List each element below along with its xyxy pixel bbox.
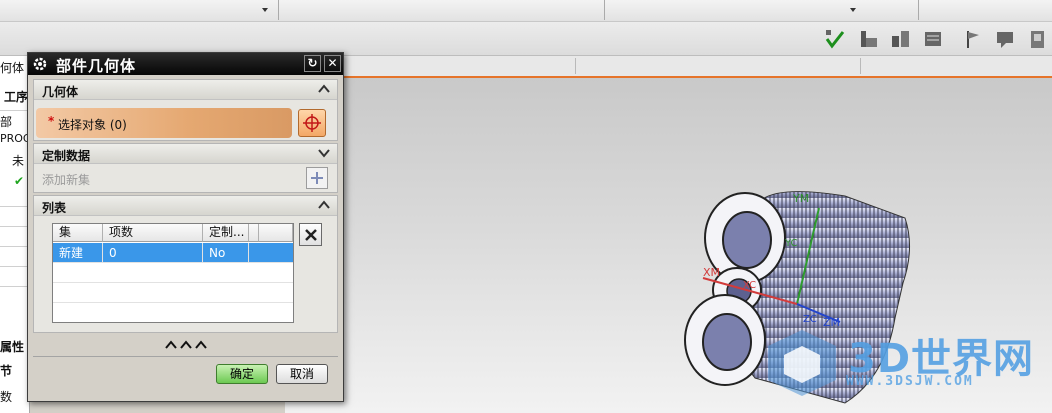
verify-tool-icon[interactable]: [822, 26, 848, 52]
chevron-down-icon[interactable]: [317, 146, 331, 160]
navigator-details-header: 属性: [0, 340, 25, 354]
select-object-button[interactable]: [298, 109, 326, 137]
menu-separator: [604, 0, 605, 20]
chevron-up-icon[interactable]: [317, 82, 331, 96]
table-row-empty: [53, 283, 293, 303]
graphics-window-header: [285, 56, 1052, 78]
program-tool-icon[interactable]: [888, 26, 914, 52]
list-tool-icon[interactable]: [920, 26, 946, 52]
cancel-button[interactable]: 取消: [276, 364, 328, 384]
delete-set-button[interactable]: [299, 223, 322, 246]
table-row-empty: [53, 303, 293, 323]
navigator-section: 数: [0, 390, 13, 404]
header-separator: [575, 58, 576, 74]
select-object-row[interactable]: * 选择对象 (0): [36, 108, 292, 138]
menu-separator: [278, 0, 279, 20]
navigator-section: 节: [0, 364, 13, 378]
select-object-label: 选择对象 (0): [58, 118, 127, 132]
table-row-empty: [53, 263, 293, 283]
set-list-table: 集 项数 定制... 新建 0 No: [52, 223, 294, 323]
navigator-column-header: 工序: [4, 90, 29, 104]
geometry-group-header[interactable]: 几何体: [34, 80, 337, 100]
navigator-header: 何体: [0, 61, 25, 75]
document-tool-icon[interactable]: [1024, 26, 1050, 52]
chevron-up-icon[interactable]: [317, 198, 331, 212]
navigator-row-divider: [0, 110, 30, 111]
dropdown-arrow-icon[interactable]: [850, 8, 856, 12]
axis-label-ym: YM: [792, 192, 809, 205]
geometry-group-label: 几何体: [42, 85, 79, 99]
cell-set: 新建: [53, 243, 103, 263]
cell-count: 0: [103, 243, 203, 263]
dialog-title-bar[interactable]: 部件几何体 ↻ ✕: [28, 53, 343, 75]
gear-icon[interactable]: [32, 56, 48, 72]
dialog-title: 部件几何体: [56, 57, 137, 75]
required-marker: *: [48, 114, 55, 128]
axis-label-xm: XM: [703, 266, 720, 279]
navigator-item[interactable]: 部: [0, 113, 12, 130]
watermark-logo-icon: [762, 326, 842, 398]
menu-bar: [0, 0, 1052, 22]
navigator-row-divider: [0, 286, 30, 287]
navigator-row-divider: [0, 246, 30, 247]
column-header-custom[interactable]: 定制...: [203, 224, 249, 242]
navigator-row-divider: [0, 226, 30, 227]
navigator-row-divider: [0, 266, 30, 267]
dropdown-arrow-icon[interactable]: [262, 8, 268, 12]
cell-custom: No: [203, 243, 249, 263]
ok-button[interactable]: 确定: [216, 364, 268, 384]
navigator-row-divider: [0, 206, 30, 207]
navigator-item-unused[interactable]: 未: [12, 152, 24, 169]
delete-x-icon: [304, 228, 317, 241]
column-header-extra: [249, 224, 259, 242]
comment-tool-icon[interactable]: [992, 26, 1018, 52]
list-group-header[interactable]: 列表: [34, 196, 337, 216]
close-icon[interactable]: ✕: [324, 55, 341, 72]
operation-navigator: 何体 工序 部 PROG 未 ✔ 属性 节 数: [0, 56, 31, 413]
add-new-set-button[interactable]: [306, 167, 328, 189]
watermark-url: WWW.3DSJW.COM: [846, 374, 974, 389]
footer-divider: [33, 356, 338, 357]
column-header-count[interactable]: 项数: [103, 224, 203, 242]
custom-data-group-header[interactable]: 定制数据: [34, 144, 337, 164]
menu-separator: [918, 0, 919, 20]
more-options-expander[interactable]: [33, 340, 338, 354]
add-set-icon: [311, 172, 323, 184]
list-group-label: 列表: [42, 201, 67, 215]
triple-chevron-up-icon: [164, 340, 207, 349]
part-geometry-dialog: 部件几何体 ↻ ✕ 几何体 * 选择对象 (0) 定制数据 添加新集 列表 集 …: [27, 52, 344, 402]
column-header-set[interactable]: 集: [53, 224, 103, 242]
checkmark-icon: ✔: [14, 174, 25, 188]
add-new-set-label: 添加新集: [42, 173, 91, 187]
crosshair-icon: [303, 114, 321, 132]
axis-label-yc: YC: [784, 238, 798, 249]
reset-icon[interactable]: ↻: [304, 55, 321, 72]
axis-label-zc: ZC: [803, 314, 817, 325]
column-header-filler: [259, 224, 293, 242]
operation-tool-icon[interactable]: [856, 26, 882, 52]
toolbar: [0, 22, 1052, 56]
axis-label-xc: XC: [743, 280, 756, 291]
header-separator: [860, 58, 861, 74]
custom-data-group-label: 定制数据: [42, 149, 91, 163]
flag-tool-icon[interactable]: [960, 26, 986, 52]
table-row[interactable]: 新建 0 No: [53, 243, 293, 263]
